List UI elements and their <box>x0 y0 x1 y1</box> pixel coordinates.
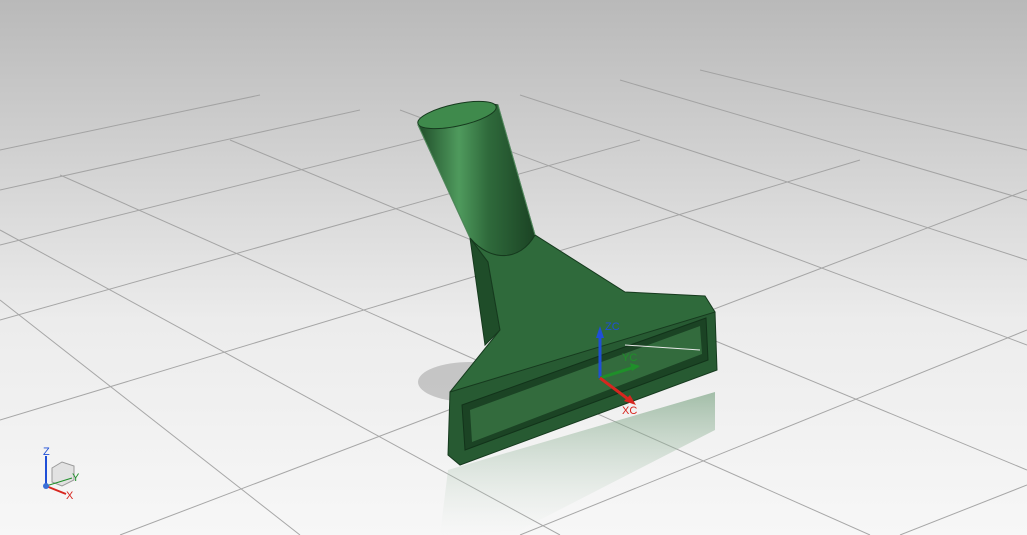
xc-label: XC <box>622 405 637 417</box>
zc-label: ZC <box>605 321 620 333</box>
triad-z-label: Z <box>43 446 50 458</box>
yc-label: YC <box>622 352 637 364</box>
scene: ZC YC XC Z Y X <box>0 69 1027 535</box>
triad-x-axis <box>45 485 67 495</box>
triad-y-label: Y <box>72 472 80 484</box>
view-triad[interactable]: Z Y X <box>43 446 80 502</box>
triad-origin <box>43 483 49 489</box>
triad-x-label: X <box>66 490 74 502</box>
triad-cube <box>51 461 75 487</box>
graphics-viewport[interactable]: ZC YC XC Z Y X <box>0 0 1027 535</box>
